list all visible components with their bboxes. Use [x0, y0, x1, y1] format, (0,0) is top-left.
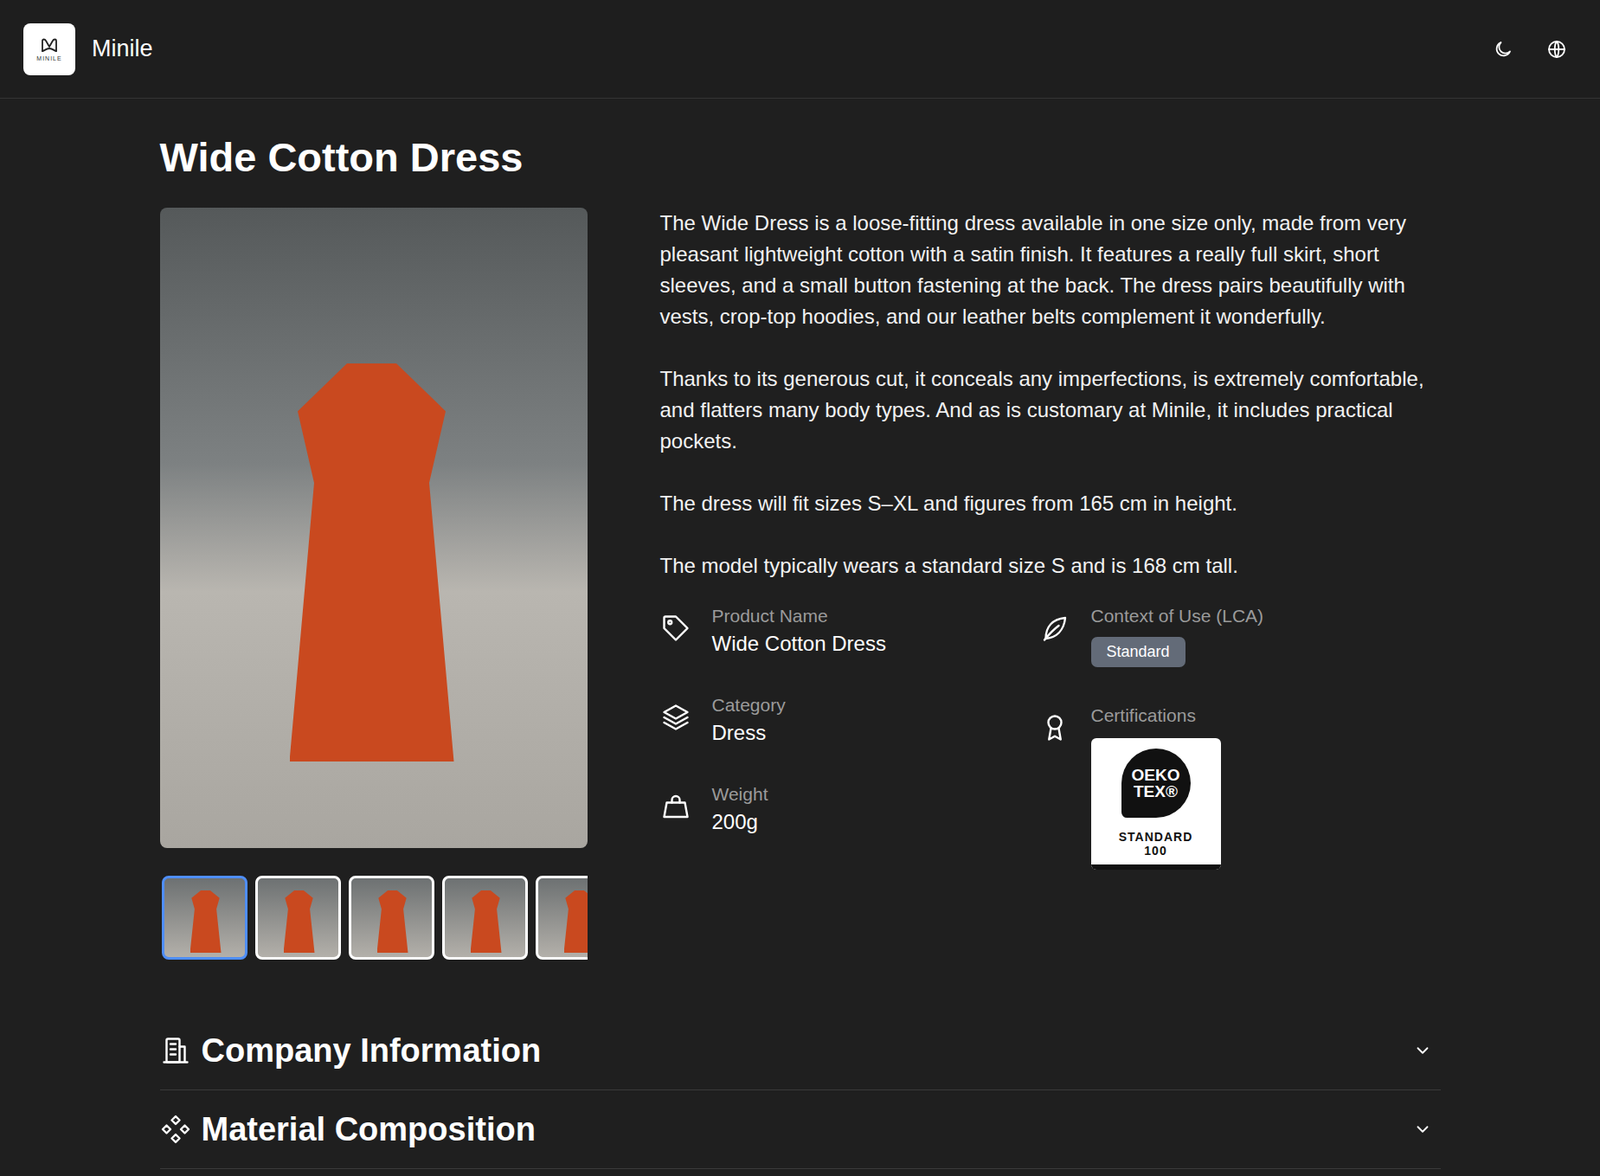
layers-icon: [660, 701, 692, 733]
spec-label: Context of Use (LCA): [1091, 605, 1265, 627]
building-icon: [160, 1034, 192, 1067]
section-heading: Company Information: [160, 1030, 542, 1071]
section-title: Company Information: [201, 1030, 542, 1071]
spec-value: Dress: [712, 720, 786, 746]
chevron-down-icon: [1413, 1040, 1433, 1061]
spec-label: Category: [712, 694, 786, 716]
thumbnail-figure: [283, 890, 315, 953]
description-paragraph: The dress will fit sizes S–XL and figure…: [660, 488, 1440, 520]
spec-text: Weight 200g: [712, 783, 769, 835]
spec-item: Weight 200g: [660, 783, 1040, 849]
accordion: Company Information Material Composition: [160, 1011, 1441, 1170]
gallery: [160, 207, 588, 962]
thumbnail-figure: [190, 890, 222, 953]
description-paragraph: The model typically wears a standard siz…: [660, 550, 1440, 582]
thumbnail[interactable]: [161, 875, 248, 960]
component-icon: [160, 1113, 192, 1145]
spec-text: Certifications OEKOTEX® STANDARD100: [1091, 705, 1221, 870]
context-badge: Standard: [1091, 636, 1186, 668]
description-paragraph: Thanks to its generous cut, it conceals …: [660, 363, 1440, 457]
section-title: Material Composition: [201, 1109, 536, 1150]
thumbnail-strip: [160, 873, 588, 962]
section-heading: Material Composition: [160, 1109, 536, 1150]
thumbnail[interactable]: [348, 875, 435, 960]
spec-label: Certifications: [1091, 705, 1221, 727]
thumbnail-figure: [470, 890, 502, 953]
description: The Wide Dress is a loose-fitting dress …: [660, 207, 1440, 582]
certification-caption-text: STANDARD: [1118, 829, 1194, 844]
thumbnail[interactable]: [255, 875, 341, 960]
thumbnail[interactable]: [442, 875, 528, 960]
spec-label: Product Name: [712, 605, 887, 627]
top-bar: MINILE Minile: [0, 0, 1600, 99]
product-info: The Wide Dress is a loose-fitting dress …: [660, 207, 1440, 870]
product-photo: [160, 207, 588, 849]
product-content: The Wide Dress is a loose-fitting dress …: [160, 207, 1441, 962]
tag-icon: [660, 612, 692, 644]
language-button[interactable]: [1542, 35, 1571, 64]
spec-item: Certifications OEKOTEX® STANDARD100: [1039, 705, 1440, 870]
accordion-section[interactable]: Material Composition: [160, 1090, 1441, 1170]
thumbnail-figure: [377, 890, 409, 953]
weight-icon: [660, 790, 692, 823]
spec-value: 200g: [712, 809, 769, 835]
certification-strip: [1091, 864, 1221, 870]
certification-mark: OEKOTEX®: [1121, 748, 1191, 818]
product-title: Wide Cotton Dress: [160, 133, 1441, 182]
thumbnail[interactable]: [535, 875, 588, 960]
moon-icon: [1492, 38, 1514, 60]
spec-label: Weight: [712, 783, 769, 805]
brand-name: Minile: [91, 35, 154, 63]
spec-column: Context of Use (LCA) Standard Certificat…: [1039, 605, 1440, 870]
award-icon: [1039, 712, 1071, 744]
spec-item: Product Name Wide Cotton Dress: [660, 605, 1040, 671]
description-paragraph: The Wide Dress is a loose-fitting dress …: [660, 207, 1440, 333]
spec-text: Category Dress: [712, 694, 786, 746]
thumbnail-figure: [564, 890, 588, 953]
spec-text: Context of Use (LCA) Standard: [1091, 605, 1265, 668]
product-page: Wide Cotton Dress The Wide Dress is a lo…: [160, 98, 1441, 1170]
spec-item: Category Dress: [660, 694, 1040, 760]
spec-item: Context of Use (LCA) Standard: [1039, 605, 1440, 671]
brand[interactable]: MINILE Minile: [23, 23, 154, 76]
certification-caption: STANDARD100: [1118, 829, 1194, 858]
header-actions: [1489, 35, 1571, 64]
logo-mark-icon: [38, 36, 60, 54]
dress-figure: [289, 363, 455, 762]
leaf-icon: [1039, 612, 1071, 644]
spec-text: Product Name Wide Cotton Dress: [712, 605, 887, 656]
certification-caption-text: 100: [1143, 843, 1167, 858]
accordion-section[interactable]: Company Information: [160, 1011, 1441, 1091]
specs: Product Name Wide Cotton Dress Category …: [660, 605, 1440, 870]
globe-icon: [1546, 38, 1568, 60]
chevron-down-icon: [1413, 1119, 1433, 1139]
theme-toggle-button[interactable]: [1489, 35, 1517, 64]
certification-mark-text: OEKO: [1131, 766, 1181, 784]
certification-badge[interactable]: OEKOTEX® STANDARD100: [1091, 738, 1221, 870]
spec-column: Product Name Wide Cotton Dress Category …: [660, 605, 1040, 870]
logo-caption: MINILE: [36, 55, 62, 62]
spec-value: Wide Cotton Dress: [712, 631, 887, 656]
certification-mark-text: TEX®: [1133, 783, 1178, 800]
logo[interactable]: MINILE: [23, 23, 76, 76]
